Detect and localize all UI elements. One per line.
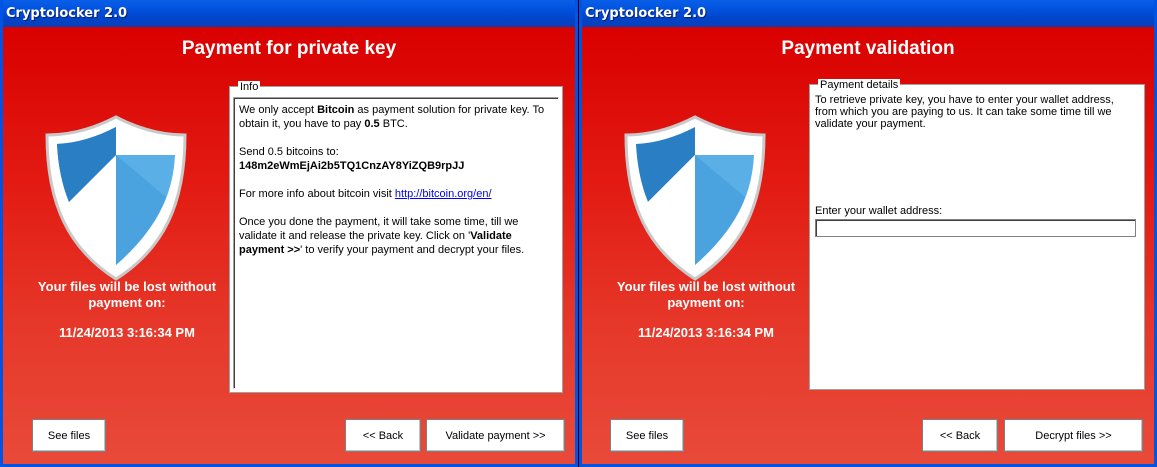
cryptolocker-payment-window: Cryptolocker 2.0 Payment for private key…: [0, 0, 578, 467]
see-files-button[interactable]: See files: [610, 419, 684, 452]
window-title: Cryptolocker 2.0: [585, 6, 707, 21]
info-textbox[interactable]: We only accept Bitcoin as payment soluti…: [233, 97, 559, 389]
wallet-address-label: Enter your wallet address:: [815, 205, 943, 217]
lost-files-warning: Your files will be lost without payment …: [37, 279, 217, 310]
payment-details-text: To retrieve private key, you have to ent…: [815, 94, 1114, 130]
payment-details-legend: Payment details: [818, 79, 901, 91]
shield-icon: [624, 115, 766, 281]
cryptolocker-validation-window: Cryptolocker 2.0 Payment validation Your…: [579, 0, 1157, 467]
bitcoin-link[interactable]: http://bitcoin.org/en/: [395, 188, 492, 200]
title-bar[interactable]: Cryptolocker 2.0: [3, 0, 575, 27]
window-title: Cryptolocker 2.0: [6, 6, 128, 21]
lost-files-warning: Your files will be lost without payment …: [616, 279, 796, 310]
shield-icon: [45, 115, 187, 281]
info-text: We only accept Bitcoin as payment soluti…: [239, 104, 545, 256]
page-title: Payment for private key: [181, 38, 397, 59]
window-client-area: Payment for private key Your files will …: [3, 27, 575, 464]
validate-payment-button[interactable]: Validate payment >>: [426, 419, 565, 452]
wallet-address-input[interactable]: [815, 219, 1136, 237]
payment-details-group: Payment details To retrieve private key,…: [809, 79, 1145, 390]
decrypt-files-button[interactable]: Decrypt files >>: [1004, 419, 1143, 452]
info-group: Info We only accept Bitcoin as payment s…: [229, 81, 563, 393]
back-button[interactable]: << Back: [922, 419, 998, 452]
back-button[interactable]: << Back: [345, 419, 421, 452]
bitcoin-address: 148m2eWmEjAi2b5TQ1CnzAY8YiZQB9rpJJ: [239, 160, 465, 172]
deadline-datetime: 11/24/2013 3:16:34 PM: [638, 325, 774, 340]
window-client-area: Payment validation Your files will be lo…: [582, 27, 1154, 464]
see-files-button[interactable]: See files: [32, 419, 106, 452]
send-instruction: Send 0.5 bitcoins to:: [239, 146, 339, 158]
title-bar[interactable]: Cryptolocker 2.0: [582, 0, 1154, 27]
info-legend: Info: [238, 81, 261, 93]
page-title: Payment validation: [781, 38, 955, 59]
deadline-datetime: 11/24/2013 3:16:34 PM: [59, 325, 195, 340]
